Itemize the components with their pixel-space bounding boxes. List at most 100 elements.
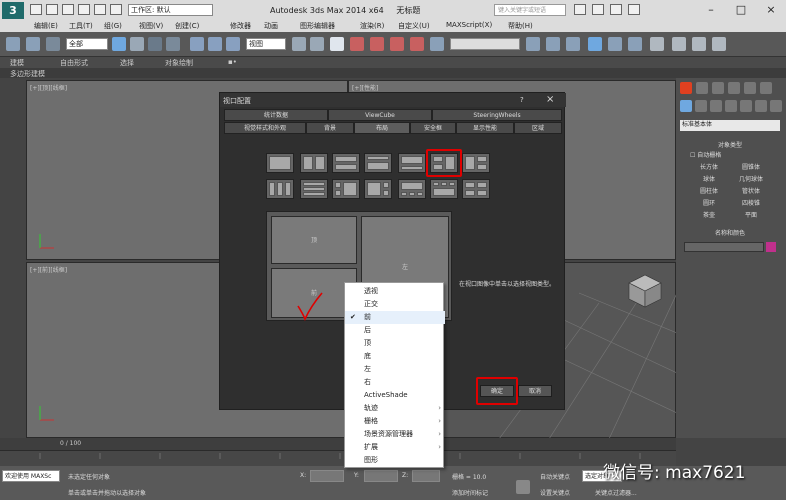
- menu-customize[interactable]: 自定义(U): [398, 21, 430, 31]
- menu-edit[interactable]: 编辑(E): [34, 21, 58, 31]
- object-color-swatch[interactable]: [766, 242, 776, 252]
- tab-regions[interactable]: 区域: [514, 122, 562, 134]
- menu-animation[interactable]: 动画: [264, 21, 278, 31]
- layout-option[interactable]: [266, 179, 294, 199]
- save-file-icon[interactable]: [62, 4, 74, 15]
- display-tab-icon[interactable]: [744, 82, 756, 94]
- sphere-button[interactable]: 球体: [688, 174, 730, 183]
- hierarchy-tab-icon[interactable]: [712, 82, 724, 94]
- autokey-button[interactable]: 自动关键点: [540, 472, 570, 481]
- menu-item-top[interactable]: 顶: [345, 337, 445, 350]
- rect-select-region-icon[interactable]: [148, 37, 162, 51]
- layout-option[interactable]: [398, 153, 426, 173]
- app-logo-icon[interactable]: 3: [2, 2, 24, 19]
- dialog-close-button[interactable]: ×: [546, 94, 554, 105]
- cylinder-button[interactable]: 圆柱体: [688, 186, 730, 195]
- edit-named-selection-icon[interactable]: [430, 37, 444, 51]
- layout-option[interactable]: [300, 179, 328, 199]
- undo-tool-icon[interactable]: [6, 37, 20, 51]
- torus-button[interactable]: 圆环: [688, 198, 730, 207]
- object-type-rollout[interactable]: 对象类型: [680, 140, 780, 149]
- dialog-help-button[interactable]: ?: [520, 96, 524, 104]
- cone-button[interactable]: 圆锥体: [730, 162, 772, 171]
- tab-layout[interactable]: 布局: [354, 122, 410, 134]
- named-selection-dropdown[interactable]: [450, 38, 520, 50]
- menu-item-track[interactable]: 轨迹 ›: [345, 402, 445, 415]
- menu-group[interactable]: 组(G): [104, 21, 122, 31]
- align-icon[interactable]: [546, 37, 560, 51]
- render-setup-icon[interactable]: [672, 37, 686, 51]
- x-coord-input[interactable]: [310, 470, 344, 482]
- close-button[interactable]: ×: [756, 2, 786, 18]
- window-crossing-icon[interactable]: [166, 37, 180, 51]
- object-name-input[interactable]: [684, 242, 764, 252]
- selection-filter-dropdown[interactable]: 全部: [66, 38, 108, 50]
- keyboard-shortcut-icon[interactable]: [330, 37, 344, 51]
- graphite-ribbon-icon[interactable]: [588, 37, 602, 51]
- project-folder-icon[interactable]: [110, 4, 122, 15]
- polygon-modeling-label[interactable]: 多边形建模: [10, 69, 45, 79]
- angle-snap-icon[interactable]: [370, 37, 384, 51]
- open-file-icon[interactable]: [46, 4, 58, 15]
- tab-display-performance[interactable]: 显示性能: [456, 122, 514, 134]
- menu-modifiers[interactable]: 修改器: [230, 21, 251, 31]
- autogrid-checkbox[interactable]: ☐ 自动栅格: [680, 150, 780, 159]
- tab-safe-frames[interactable]: 安全框: [410, 122, 456, 134]
- menu-maxscript[interactable]: MAXScript(X): [446, 21, 492, 29]
- cancel-button[interactable]: 取消: [518, 385, 552, 397]
- helpers-icon[interactable]: [740, 100, 752, 112]
- menu-create[interactable]: 创建(C): [175, 21, 199, 31]
- tab-object-paint[interactable]: 对象绘制: [165, 58, 193, 68]
- mirror-icon[interactable]: [526, 37, 540, 51]
- menu-item-right[interactable]: 右: [345, 376, 445, 389]
- maxscript-listener[interactable]: 欢迎使用 MAXSc: [2, 470, 60, 482]
- menu-help[interactable]: 帮助(H): [508, 21, 533, 31]
- search-input[interactable]: 键入关键字或短语: [494, 4, 566, 16]
- tab-selection[interactable]: 选择: [120, 58, 134, 68]
- spinner-snap-icon[interactable]: [410, 37, 424, 51]
- track-bar[interactable]: [0, 450, 676, 466]
- layout-option[interactable]: [364, 153, 392, 173]
- teapot-button[interactable]: 茶壶: [688, 210, 730, 219]
- shapes-icon[interactable]: [695, 100, 707, 112]
- curve-editor-icon[interactable]: [608, 37, 622, 51]
- select-by-name-icon[interactable]: [130, 37, 144, 51]
- star-icon[interactable]: [592, 4, 604, 15]
- ribbon-expand-icon[interactable]: ▪•: [228, 58, 237, 66]
- layout-option[interactable]: [332, 179, 360, 199]
- menu-graph-editors[interactable]: 图形编辑器: [300, 21, 335, 31]
- y-coord-input[interactable]: [364, 470, 398, 482]
- menu-view[interactable]: 视图(V): [139, 21, 163, 31]
- link-icon[interactable]: [46, 37, 60, 51]
- ref-coord-dropdown[interactable]: 视图: [246, 38, 286, 50]
- plane-button[interactable]: 平面: [730, 210, 772, 219]
- geometry-icon[interactable]: [680, 100, 692, 112]
- systems-icon[interactable]: [770, 100, 782, 112]
- pyramid-button[interactable]: 四棱锥: [730, 198, 772, 207]
- menu-tools[interactable]: 工具(T): [69, 21, 93, 31]
- key-icon[interactable]: [516, 480, 530, 494]
- tab-statistics[interactable]: 统计数据: [224, 109, 328, 121]
- workspace-dropdown[interactable]: 工作区: 默认: [128, 4, 213, 16]
- modify-tab-icon[interactable]: [696, 82, 708, 94]
- undo-icon[interactable]: [78, 4, 90, 15]
- maximize-button[interactable]: □: [726, 2, 756, 18]
- keyfilters-button[interactable]: 关键点过滤器...: [595, 488, 637, 497]
- viewport-top-label[interactable]: [+][顶][线框]: [30, 83, 67, 92]
- layout-option[interactable]: [364, 179, 392, 199]
- schematic-view-icon[interactable]: [628, 37, 642, 51]
- menu-item-perspective[interactable]: 透视: [345, 285, 445, 298]
- layout-option[interactable]: [332, 153, 360, 173]
- menu-rendering[interactable]: 渲染(R): [360, 21, 384, 31]
- layout-option[interactable]: [398, 179, 426, 199]
- preview-pane-top[interactable]: 顶: [271, 216, 357, 264]
- move-icon[interactable]: [190, 37, 204, 51]
- rendered-frame-icon[interactable]: [692, 37, 706, 51]
- render-production-icon[interactable]: [712, 37, 726, 51]
- tab-freeform[interactable]: 自由形式: [60, 58, 88, 68]
- layout-option[interactable]: [430, 179, 458, 199]
- menu-item-bottom[interactable]: 底: [345, 350, 445, 363]
- spacewarps-icon[interactable]: [755, 100, 767, 112]
- snap-3d-icon[interactable]: [350, 37, 364, 51]
- new-file-icon[interactable]: [30, 4, 42, 15]
